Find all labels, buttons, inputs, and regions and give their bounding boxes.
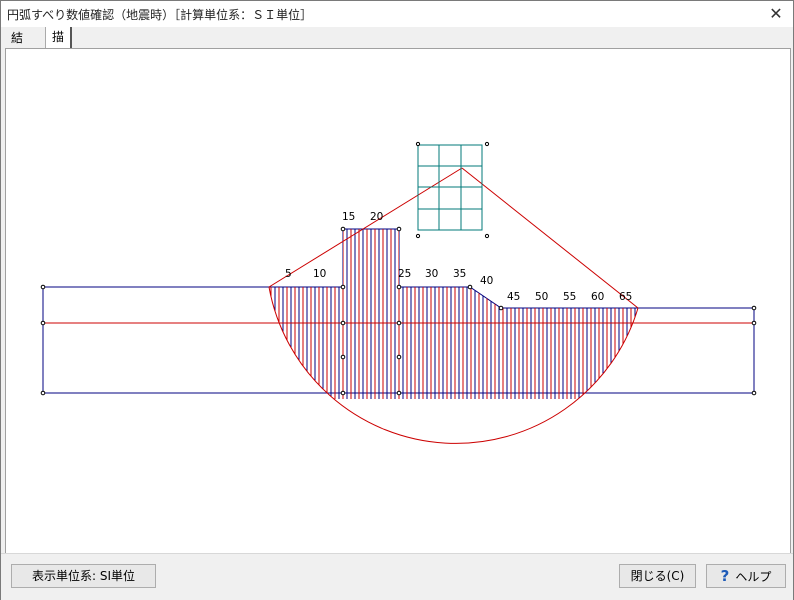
slice-label: 30 — [425, 268, 438, 280]
slice-label: 5 — [285, 268, 292, 280]
close-icon[interactable]: ✕ — [763, 3, 789, 25]
tab-results[interactable]: 結果 — [5, 29, 30, 63]
slice-label: 55 — [563, 291, 576, 303]
help-button[interactable]: ? ヘルプ — [706, 564, 786, 588]
center-search-grid — [417, 144, 483, 231]
tab-drawing[interactable]: 描画 — [45, 27, 73, 64]
close-button-label: 閉じる(C) — [630, 569, 685, 583]
slice-label: 60 — [591, 291, 604, 303]
slope-drawing: 5 10 15 20 25 30 35 40 45 50 55 60 65 — [40, 141, 757, 444]
radius-line-right — [461, 167, 639, 309]
slice-label: 45 — [507, 291, 520, 303]
title-bar: 円弧すべり数値確認（地震時）［計算単位系：ＳＩ単位］ ✕ — [1, 1, 793, 27]
slice-label: 35 — [453, 268, 466, 280]
help-button-label: ヘルプ — [735, 570, 772, 584]
close-button[interactable]: 閉じる(C) — [619, 564, 696, 588]
slice-label: 20 — [370, 211, 383, 223]
slice-hatching — [270, 229, 636, 399]
display-units-button[interactable]: 表示単位系: SI単位 — [11, 564, 156, 588]
slice-label: 40 — [480, 275, 493, 287]
display-units-label: 表示単位系: SI単位 — [31, 569, 135, 583]
dialog-window: 円弧すべり数値確認（地震時）［計算単位系：ＳＩ単位］ ✕ 結果 描画 — [0, 0, 794, 600]
slice-label: 65 — [619, 291, 632, 303]
footer-bar: 表示単位系: SI単位 閉じる(C) ? ヘルプ — [1, 553, 793, 600]
help-icon: ? — [720, 567, 730, 585]
slice-label: 25 — [398, 268, 411, 280]
slice-label: 10 — [313, 268, 326, 280]
window-title: 円弧すべり数値確認（地震時）［計算単位系：ＳＩ単位］ — [7, 8, 313, 22]
slice-label: 50 — [535, 291, 548, 303]
drawing-canvas: 5 10 15 20 25 30 35 40 45 50 55 60 65 — [5, 48, 791, 554]
slice-label: 15 — [342, 211, 355, 223]
